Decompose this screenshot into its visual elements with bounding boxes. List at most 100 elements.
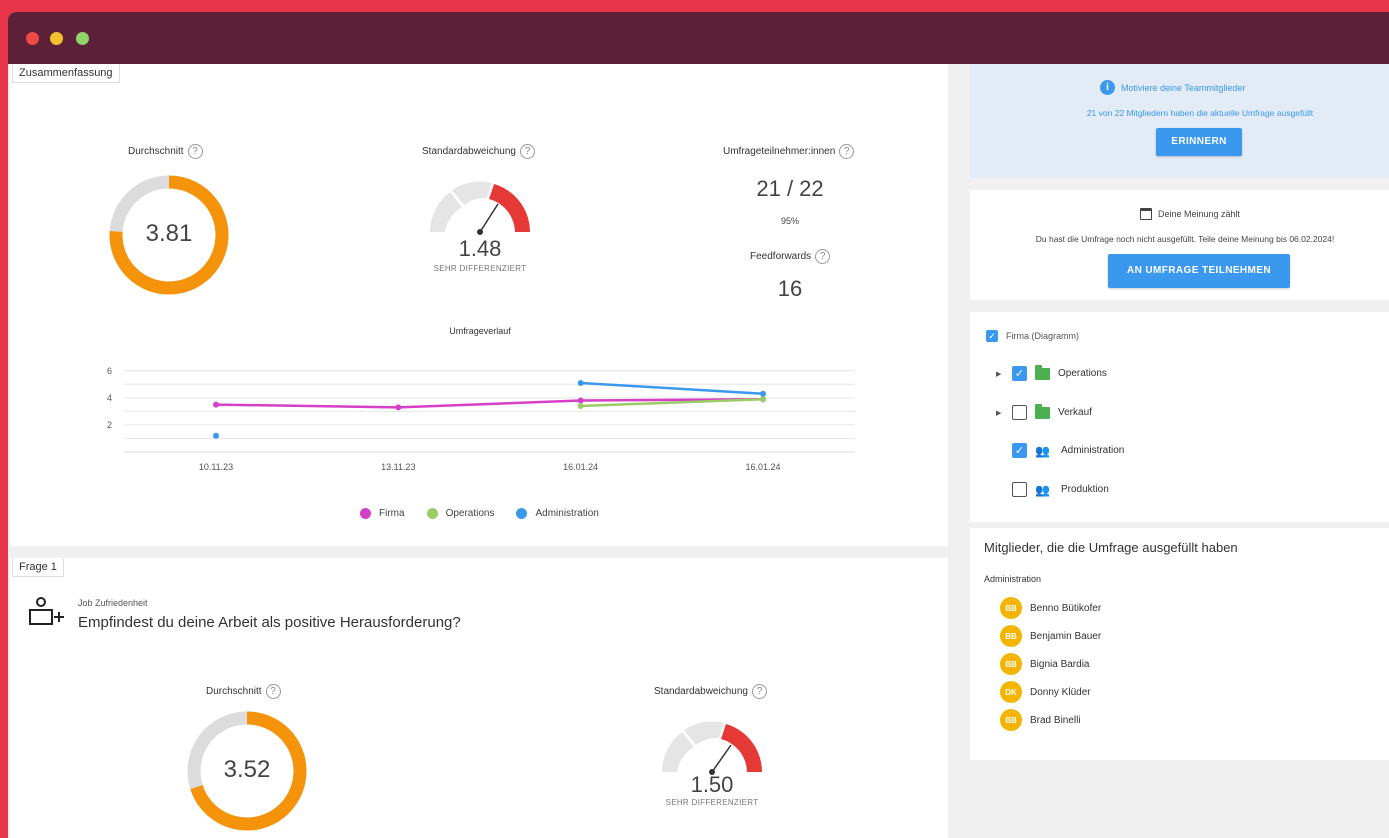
filter-item-verkauf[interactable]: ▶ Verkauf [996, 403, 1092, 420]
maximize-window-button[interactable] [76, 32, 89, 45]
std-label-text: Standardabweichung [422, 146, 516, 157]
filter-root-label: Firma (Diagramm) [1006, 331, 1079, 341]
checkbox[interactable] [1012, 405, 1027, 420]
reminder-card: i Motiviere deine Teammitglieder 21 von … [970, 64, 1389, 178]
data-point-administration [760, 390, 766, 397]
legend-dot-operations [426, 508, 438, 519]
summary-tab[interactable]: Zusammenfassung [12, 64, 120, 83]
avatar: BB [1000, 597, 1022, 619]
question-std-value: 1.50 [690, 772, 734, 797]
question-card: Frage 1 Job Zufriedenheit Empfindest du … [10, 558, 948, 838]
data-point-firma [395, 404, 402, 411]
avatar: BB [1000, 653, 1022, 675]
member-name: Benno Bütikofer [1030, 602, 1102, 614]
expand-icon[interactable]: ▶ [996, 409, 1004, 417]
member-name: Donny Klüder [1030, 686, 1091, 698]
participants-percent: 95% [780, 216, 799, 226]
y-tick-label: 4 [107, 393, 112, 403]
icon-body [29, 609, 53, 625]
members-card: Mitglieder, die die Umfrage ausgefüllt h… [970, 528, 1389, 760]
help-icon[interactable]: ? [519, 144, 535, 159]
summary-card: Zusammenfassung Durchschnitt ? 3.81 Stan… [10, 64, 948, 546]
participants-label: Umfrageteilnehmer:innen ? [723, 144, 855, 159]
opinion-card: Deine Meinung zählt Du hast die Umfrage … [970, 190, 1389, 300]
gauge-segment-mid [684, 721, 724, 745]
feedforwards-label: Feedforwards ? [750, 249, 831, 264]
gauge-needle [711, 744, 732, 773]
member-item[interactable]: BB Brad Binelli [1000, 709, 1081, 731]
avatar: BB [1000, 709, 1022, 731]
members-group: Administration [984, 574, 1042, 584]
opinion-title: Deine Meinung zählt [1140, 208, 1240, 220]
participate-button[interactable]: AN UMFRAGE TEILNEHMEN [1108, 254, 1290, 288]
member-name: Bignia Bardia [1030, 658, 1090, 670]
remind-button[interactable]: ERINNERN [1156, 128, 1242, 156]
chart-title: Umfrageverlauf [449, 326, 511, 336]
icon-head [36, 597, 46, 607]
legend-item-firma[interactable]: Firma [360, 508, 405, 519]
legend-label-operations: Operations [445, 508, 495, 519]
participants-value: 21 / 22 [756, 176, 824, 201]
expand-icon[interactable]: ▶ [996, 370, 1004, 378]
help-icon[interactable]: ? [751, 684, 767, 699]
group-icon: 👥 [1035, 482, 1050, 497]
question-tab[interactable]: Frage 1 [12, 558, 64, 577]
gauge-hub [477, 229, 483, 235]
filter-item-label: Produktion [1061, 484, 1109, 495]
filter-root[interactable]: ✓ Firma (Diagramm) [986, 330, 1079, 342]
question-std-label: Standardabweichung ? [654, 684, 767, 699]
reminder-title: i Motiviere deine Teammitglieder [1100, 80, 1245, 95]
checkbox[interactable]: ✓ [1012, 366, 1027, 381]
question-std-gauge [662, 721, 762, 775]
x-tick-label: 16.01.24 [745, 462, 780, 472]
filter-root-checkbox[interactable]: ✓ [986, 330, 998, 342]
std-gauge [430, 181, 530, 235]
help-icon[interactable]: ? [265, 684, 281, 699]
filter-item-label: Operations [1058, 368, 1107, 379]
data-point-administration [213, 432, 219, 439]
member-item[interactable]: BB Benno Bütikofer [1000, 597, 1101, 619]
member-item[interactable]: BB Benjamin Bauer [1000, 625, 1101, 647]
checkbox[interactable] [1012, 482, 1027, 497]
std-sub: SEHR DIFFERENZIERT [433, 264, 527, 273]
question-std-label-text: Standardabweichung [654, 686, 748, 697]
filter-card: ✓ Firma (Diagramm) ▶ ✓ Operations ▶ Verk… [970, 312, 1389, 522]
legend-item-operations[interactable]: Operations [426, 508, 495, 519]
gauge-segment-low [662, 732, 694, 772]
help-icon[interactable]: ? [839, 144, 855, 159]
legend-label-firma: Firma [379, 508, 405, 519]
help-icon[interactable]: ? [815, 249, 831, 264]
average-label-text: Durchschnitt [128, 146, 184, 157]
std-label: Standardabweichung ? [422, 144, 535, 159]
info-icon: i [1100, 80, 1115, 95]
legend-dot-firma [360, 508, 371, 519]
question-text: Empfindest du deine Arbeit als positive … [78, 614, 461, 631]
member-item[interactable]: DK Donny Klüder [1000, 681, 1091, 703]
x-tick-label: 16.01.24 [563, 462, 598, 472]
folder-icon [1035, 403, 1050, 419]
filter-item-administration[interactable]: ✓ 👥 Administration [1012, 443, 1124, 458]
minimize-window-button[interactable] [50, 32, 63, 45]
y-tick-label: 2 [107, 420, 112, 430]
x-tick-label: 10.11.23 [199, 462, 233, 472]
member-item[interactable]: BB Bignia Bardia [1000, 653, 1089, 675]
member-name: Brad Binelli [1030, 714, 1081, 726]
filter-item-produktion[interactable]: 👥 Produktion [1012, 482, 1109, 497]
reminder-title-text: Motiviere deine Teammitglieder [1121, 82, 1246, 93]
member-name: Benjamin Bauer [1030, 630, 1102, 642]
legend-item-administration[interactable]: Administration [516, 508, 599, 519]
average-label: Durchschnitt ? [128, 144, 203, 159]
chart-legend: Firma Operations Administration [360, 508, 599, 519]
y-tick-label: 6 [107, 366, 112, 376]
gauge-segment-low [430, 192, 462, 232]
help-icon[interactable]: ? [187, 144, 203, 159]
series-line-firma [398, 399, 581, 409]
filter-item-operations[interactable]: ▶ ✓ Operations [996, 364, 1107, 381]
average-value: 3.81 [145, 220, 193, 247]
checkbox[interactable]: ✓ [1012, 443, 1027, 458]
data-point-operations [760, 396, 766, 403]
gauge-segment-high [721, 724, 762, 772]
close-window-button[interactable] [26, 32, 39, 45]
avatar: DK [1000, 681, 1022, 703]
legend-dot-administration [516, 508, 528, 519]
